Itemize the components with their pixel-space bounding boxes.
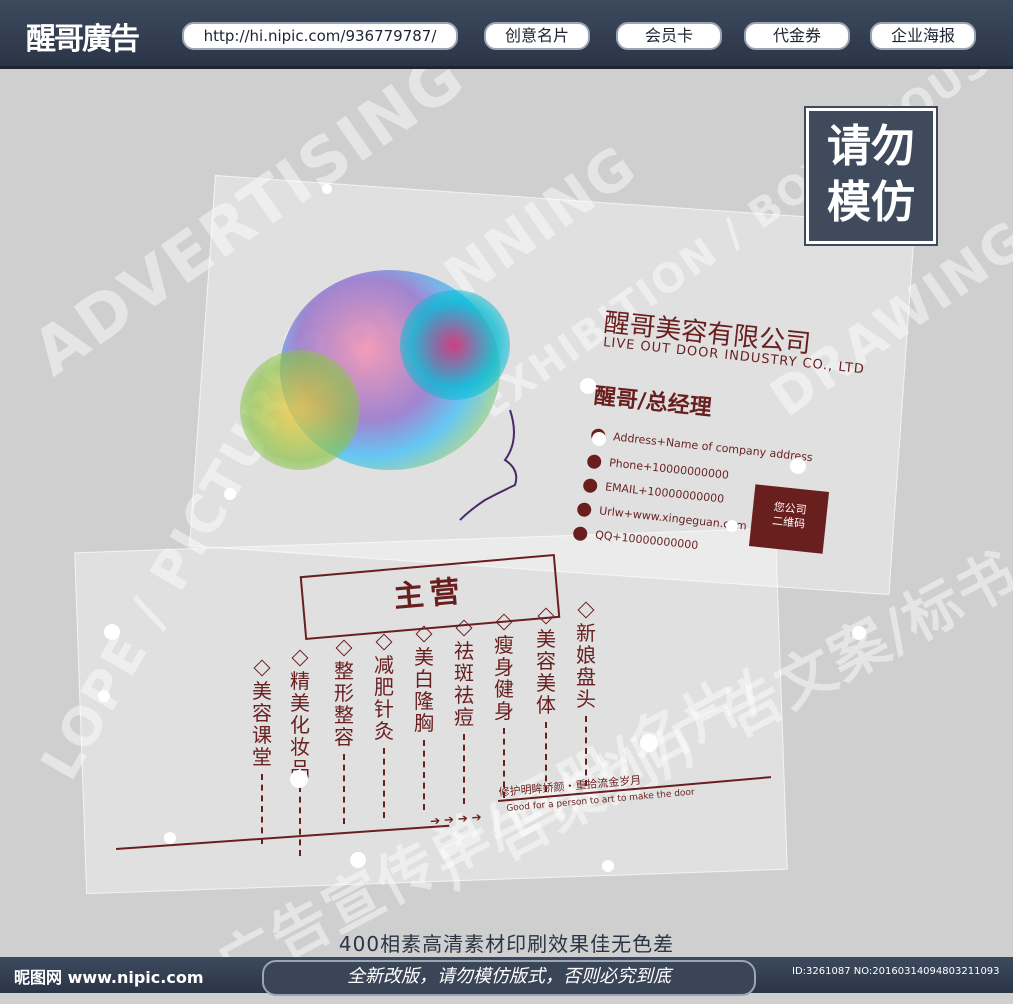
service-label: 减肥针灸 xyxy=(374,653,394,743)
service-label: 祛斑祛痘 xyxy=(454,639,474,729)
diamond-icon xyxy=(415,625,433,643)
snow-dot xyxy=(602,860,614,872)
snow-dot xyxy=(726,520,738,532)
qr-code-placeholder: 您公司 二维码 xyxy=(748,484,830,554)
snow-dot xyxy=(350,852,366,868)
service-item: 美白隆胸 xyxy=(412,625,436,810)
dashed-line xyxy=(383,748,385,818)
diamond-icon xyxy=(375,633,393,651)
nav-poster[interactable]: 企业海报 xyxy=(870,22,976,50)
site-watermark: 昵图网 www.nipic.com xyxy=(14,968,204,987)
dashed-line xyxy=(463,734,465,804)
service-item: 减肥针灸 xyxy=(372,633,396,818)
diamond-icon xyxy=(577,601,595,619)
diamond-icon xyxy=(495,613,513,631)
image-id: ID:3261087 NO:20160314094803211093 xyxy=(792,966,1000,977)
mail-icon xyxy=(582,478,598,494)
diamond-icon xyxy=(291,649,309,667)
service-label: 美白隆胸 xyxy=(414,645,434,735)
warning-banner: 全新改版，请勿模仿版式，否则必究到底 xyxy=(262,960,756,996)
dashed-line xyxy=(299,786,301,856)
stamp-line-1: 请勿 xyxy=(827,121,915,172)
dashed-line xyxy=(261,774,263,844)
service-label: 整形整容 xyxy=(334,659,354,749)
service-item: 新娘盘头 xyxy=(574,601,598,786)
snow-dot xyxy=(790,458,806,474)
service-label: 瘦身健身 xyxy=(494,633,514,723)
nav-member-card[interactable]: 会员卡 xyxy=(616,22,722,50)
do-not-copy-stamp: 请勿 模仿 xyxy=(804,106,938,246)
service-label: 美容美体 xyxy=(536,627,556,717)
snow-dot xyxy=(852,626,866,640)
diamond-icon xyxy=(537,607,555,625)
brand-logo: 醒哥廣告 xyxy=(26,22,140,57)
qq-icon xyxy=(572,526,588,542)
diamond-icon xyxy=(335,639,353,657)
snow-dot xyxy=(104,624,120,640)
snow-dot xyxy=(580,378,596,394)
service-item: 美容美体 xyxy=(534,607,558,792)
snow-dot xyxy=(164,832,176,844)
service-item: 美容课堂 xyxy=(250,659,274,844)
service-item: 整形整容 xyxy=(332,639,356,824)
snow-dot xyxy=(592,432,606,446)
nav-creative-card[interactable]: 创意名片 xyxy=(484,22,590,50)
dashed-line xyxy=(343,754,345,824)
service-item: 瘦身健身 xyxy=(492,613,516,798)
top-bar: 醒哥廣告 http://hi.nipic.com/936779787/ 创意名片… xyxy=(0,0,1013,69)
snow-dot xyxy=(290,770,308,788)
diamond-icon xyxy=(253,659,271,677)
service-label: 美容课堂 xyxy=(252,679,272,769)
service-item: 精美化妆品 xyxy=(288,649,312,856)
phone-icon xyxy=(586,454,602,470)
service-label: 新娘盘头 xyxy=(576,621,596,711)
snow-dot xyxy=(98,690,110,702)
snow-dot xyxy=(322,184,332,194)
floral-hair-illustration xyxy=(220,230,580,530)
caption: 400相素高清素材印刷效果佳无色差 xyxy=(338,932,675,956)
dashed-line xyxy=(423,740,425,810)
stamp-line-2: 模仿 xyxy=(827,177,915,228)
snow-dot xyxy=(224,488,236,500)
nav-voucher[interactable]: 代金券 xyxy=(744,22,850,50)
service-label: 精美化妆品 xyxy=(290,669,310,781)
service-item: 祛斑祛痘 xyxy=(452,619,476,804)
snow-dot xyxy=(640,734,658,752)
diamond-icon xyxy=(455,619,473,637)
url-display[interactable]: http://hi.nipic.com/936779787/ xyxy=(182,22,458,50)
globe-icon xyxy=(576,502,592,518)
